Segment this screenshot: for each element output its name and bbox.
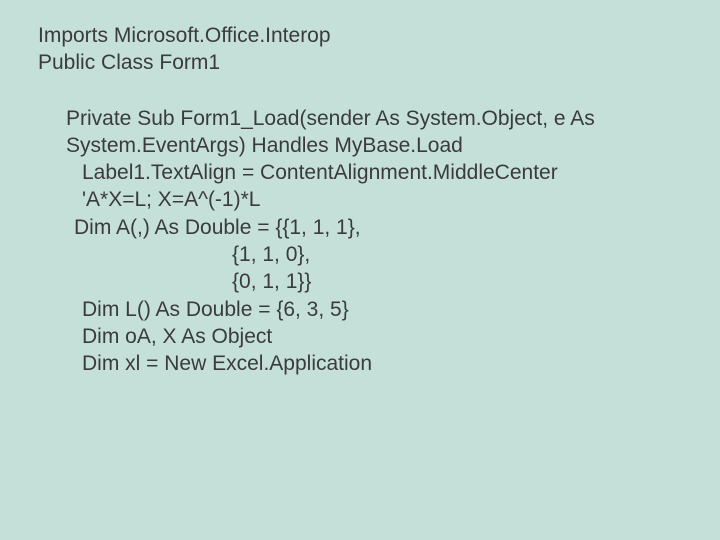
code-line: {0, 1, 1}} — [38, 268, 690, 295]
code-line: 'A*X=L; X=A^(-1)*L — [38, 186, 690, 213]
code-line: Dim oA, X As Object — [38, 323, 690, 350]
code-line: Dim A(,) As Double = {{1, 1, 1}, — [38, 214, 690, 241]
code-line: Dim xl = New Excel.Application — [38, 350, 690, 377]
code-line: Public Class Form1 — [38, 49, 690, 76]
code-line: {1, 1, 0}, — [38, 241, 690, 268]
code-line: Label1.TextAlign = ContentAlignment.Midd… — [38, 159, 690, 186]
code-line: Imports Microsoft.Office.Interop — [38, 22, 690, 49]
code-slide: Imports Microsoft.Office.Interop Public … — [0, 0, 720, 378]
code-line: Private Sub Form1_Load(sender As System.… — [38, 105, 690, 160]
code-line: Dim L() As Double = {6, 3, 5} — [38, 296, 690, 323]
